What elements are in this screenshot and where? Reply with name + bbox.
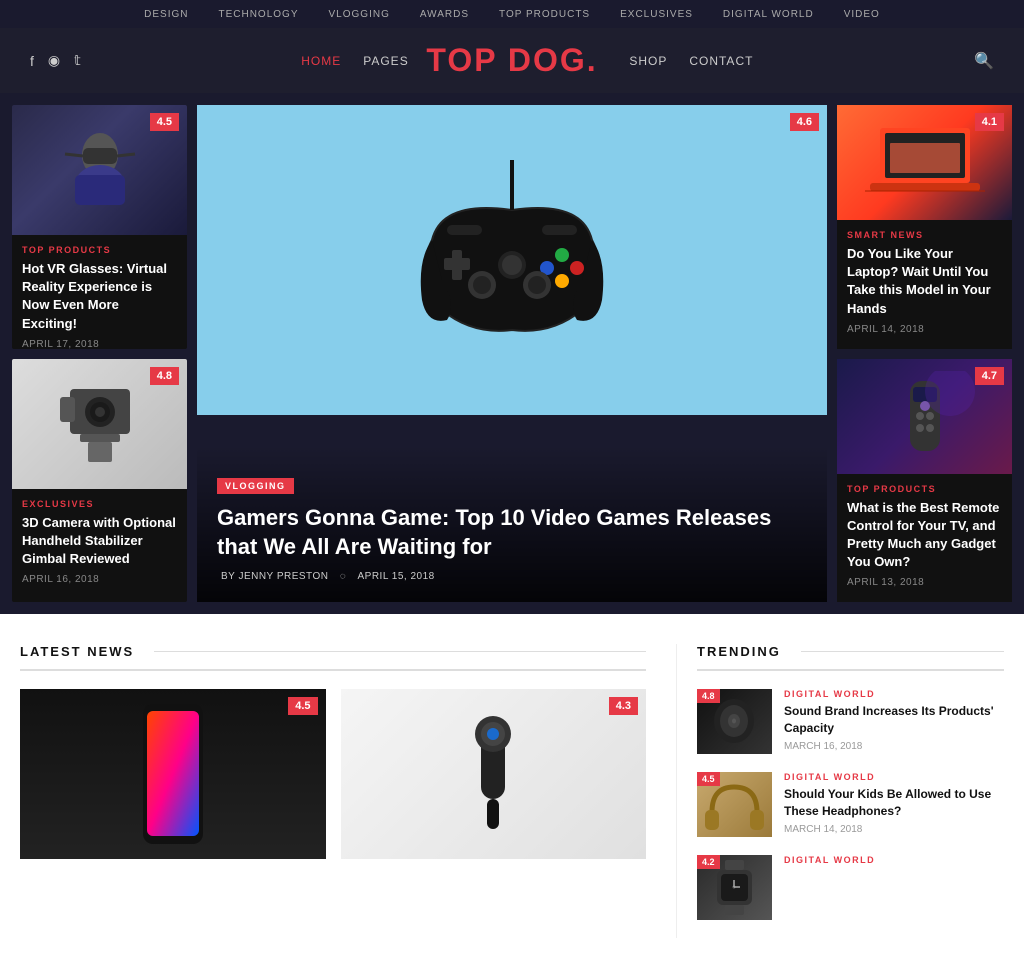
headphones-category: Digital World	[784, 772, 1004, 782]
search-icon[interactable]: 🔍	[974, 51, 994, 71]
remote-title: What is the Best Remote Control for Your…	[847, 499, 1002, 572]
nav-contact[interactable]: Contact	[689, 54, 753, 68]
latest-card-phone[interactable]: 4.5	[20, 689, 326, 859]
camera-category: Exclusives	[22, 499, 177, 509]
nav-home[interactable]: Home	[301, 54, 341, 68]
camera-title: 3D Camera with Optional Handheld Stabili…	[22, 514, 177, 569]
hero-card-remote[interactable]: Top Products What is the Best Remote Con…	[837, 359, 1012, 603]
vr-category: Top Products	[22, 245, 177, 255]
latest-news-title: Latest News	[20, 644, 646, 671]
remote-rating: 4.7	[975, 367, 1004, 385]
center-meta: By Jenny Preston ◌ April 15, 2018	[217, 571, 807, 582]
nav-awards[interactable]: Awards	[420, 9, 469, 20]
hero-card-vr[interactable]: Top Products Hot VR Glasses: Virtual Rea…	[12, 105, 187, 349]
nav-top-products[interactable]: Top Products	[499, 9, 590, 20]
vr-title: Hot VR Glasses: Virtual Reality Experien…	[22, 260, 177, 333]
trending-title: Trending	[697, 644, 1004, 671]
laptop-date: April 14, 2018	[847, 324, 1002, 335]
gadget-rating-badge: 4.3	[609, 697, 638, 715]
trending-item-headphones[interactable]: 4.5 Digital World Should Your Kids Be Al…	[697, 772, 1004, 837]
phone-rating-badge: 4.5	[288, 697, 317, 715]
latest-news-grid: 4.5 4.3	[20, 689, 646, 859]
header-nav-left: Home Pages	[301, 54, 408, 68]
camera-rating: 4.8	[150, 367, 179, 385]
top-navigation: Design Technology Vlogging Awards Top Pr…	[0, 0, 1024, 28]
watch-thumb: 4.2	[697, 855, 772, 920]
site-logo[interactable]: TOP DOG.	[426, 42, 597, 79]
laptop-category: Smart News	[847, 230, 1002, 240]
vr-card-info: Top Products Hot VR Glasses: Virtual Rea…	[12, 235, 187, 349]
hero-section: Top Products Hot VR Glasses: Virtual Rea…	[0, 93, 1024, 614]
latest-card-gadget[interactable]: 4.3	[341, 689, 647, 859]
gadget-image	[341, 689, 647, 859]
nav-digital-world[interactable]: Digital World	[723, 9, 814, 20]
hero-card-laptop[interactable]: Smart News Do You Like Your Laptop? Wait…	[837, 105, 1012, 349]
trending-section: Trending 4.8 Digital World Sound Brand I	[676, 644, 1004, 938]
nav-pages[interactable]: Pages	[363, 54, 408, 68]
speaker-title: Sound Brand Increases Its Products' Capa…	[784, 703, 1004, 737]
hero-card-camera[interactable]: Exclusives 3D Camera with Optional Handh…	[12, 359, 187, 603]
laptop-card-info: Smart News Do You Like Your Laptop? Wait…	[837, 220, 1012, 343]
remote-category: Top Products	[847, 484, 1002, 494]
instagram-icon[interactable]: ◉	[48, 52, 60, 69]
camera-date: April 16, 2018	[22, 574, 177, 585]
controller-image	[197, 105, 827, 415]
speaker-category: Digital World	[784, 689, 1004, 699]
hero-right-column: Smart News Do You Like Your Laptop? Wait…	[837, 105, 1012, 602]
laptop-title: Do You Like Your Laptop? Wait Until You …	[847, 245, 1002, 318]
center-rating: 4.6	[790, 113, 819, 131]
headphones-rating: 4.5	[697, 772, 720, 786]
center-author: By Jenny Preston	[221, 571, 328, 582]
remote-date: April 13, 2018	[847, 577, 1002, 588]
laptop-rating: 4.1	[975, 113, 1004, 131]
nav-technology[interactable]: Technology	[218, 9, 298, 20]
nav-vlogging[interactable]: Vlogging	[329, 9, 390, 20]
vr-date: April 17, 2018	[22, 339, 177, 349]
trending-item-watch[interactable]: 4.2 Digital World	[697, 855, 1004, 920]
nav-shop[interactable]: Shop	[629, 54, 667, 68]
trending-info-speaker: Digital World Sound Brand Increases Its …	[784, 689, 1004, 752]
header-nav-right: Shop Contact	[629, 54, 753, 68]
social-links: f ◉ 𝕥	[30, 52, 81, 69]
watch-rating: 4.2	[697, 855, 720, 869]
vr-rating: 4.5	[150, 113, 179, 131]
hero-center-card[interactable]: Vlogging Gamers Gonna Game: Top 10 Video…	[197, 105, 827, 602]
nav-exclusives[interactable]: Exclusives	[620, 9, 693, 20]
phone-image	[20, 689, 326, 859]
center-category: Vlogging	[217, 478, 294, 494]
center-date: April 15, 2018	[358, 571, 435, 582]
twitter-icon[interactable]: 𝕥	[74, 52, 81, 69]
latest-news-section: Latest News	[20, 644, 676, 938]
watch-category: Digital World	[784, 855, 1004, 865]
remote-card-info: Top Products What is the Best Remote Con…	[837, 474, 1012, 597]
center-card-overlay: Vlogging Gamers Gonna Game: Top 10 Video…	[197, 446, 827, 602]
trending-info-watch: Digital World	[784, 855, 1004, 869]
speaker-date: March 16, 2018	[784, 741, 1004, 752]
center-title: Gamers Gonna Game: Top 10 Video Games Re…	[217, 504, 807, 561]
main-header: f ◉ 𝕥 Home Pages TOP DOG. Shop Contact 🔍	[0, 28, 1024, 93]
nav-design[interactable]: Design	[144, 9, 188, 20]
hero-left-column: Top Products Hot VR Glasses: Virtual Rea…	[12, 105, 187, 602]
speaker-rating: 4.8	[697, 689, 720, 703]
headphones-date: March 14, 2018	[784, 824, 1004, 835]
bottom-section: Latest News	[0, 614, 1024, 968]
trending-info-headphones: Digital World Should Your Kids Be Allowe…	[784, 772, 1004, 835]
nav-video[interactable]: Video	[844, 9, 880, 20]
camera-card-info: Exclusives 3D Camera with Optional Handh…	[12, 489, 187, 594]
headphones-thumb: 4.5	[697, 772, 772, 837]
headphones-title: Should Your Kids Be Allowed to Use These…	[784, 786, 1004, 820]
facebook-icon[interactable]: f	[30, 53, 34, 69]
